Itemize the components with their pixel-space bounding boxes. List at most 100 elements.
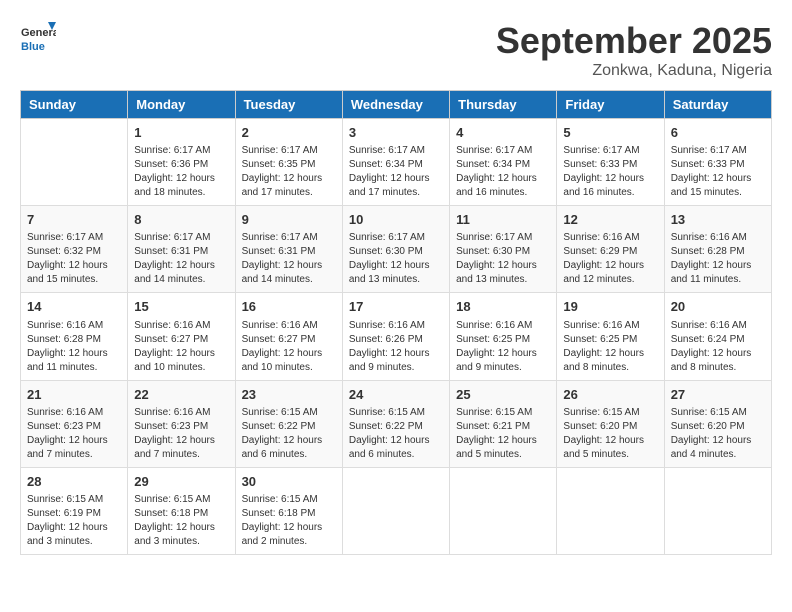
day-number: 3 (349, 124, 443, 142)
calendar-cell: 16 Sunrise: 6:16 AM Sunset: 6:27 PM Dayli… (235, 293, 342, 380)
day-number: 1 (134, 124, 228, 142)
day-number: 25 (456, 386, 550, 404)
calendar-cell: 3 Sunrise: 6:17 AM Sunset: 6:34 PM Daylig… (342, 119, 449, 206)
day-info: Sunrise: 6:15 AM Sunset: 6:18 PM Dayligh… (134, 493, 228, 549)
month-title: September 2025 (496, 20, 772, 62)
day-number: 4 (456, 124, 550, 142)
weekday-header-wednesday: Wednesday (342, 91, 449, 119)
calendar-cell: 17Sunrise: 6:16 AM Sunset: 6:26 PM Dayli… (342, 293, 449, 380)
day-number: 7 (27, 211, 121, 229)
calendar-cell: 20 Sunrise: 6:16 AM Sunset: 6:24 PM Dayli… (664, 293, 771, 380)
week-row-5: 28Sunrise: 6:15 AM Sunset: 6:19 PM Dayli… (21, 467, 772, 554)
calendar-cell: 9 Sunrise: 6:17 AM Sunset: 6:31 PM Daylig… (235, 206, 342, 293)
calendar-cell: 24 Sunrise: 6:15 AM Sunset: 6:22 PM Dayli… (342, 380, 449, 467)
calendar-cell (342, 467, 449, 554)
calendar-cell: 12Sunrise: 6:16 AM Sunset: 6:29 PM Dayli… (557, 206, 664, 293)
weekday-row: SundayMondayTuesdayWednesdayThursdayFrid… (21, 91, 772, 119)
day-number: 16 (242, 298, 336, 316)
day-number: 9 (242, 211, 336, 229)
day-number: 29 (134, 473, 228, 491)
weekday-header-tuesday: Tuesday (235, 91, 342, 119)
day-number: 17 (349, 298, 443, 316)
day-info: Sunrise: 6:15 AM Sunset: 6:22 PM Dayligh… (349, 406, 443, 462)
day-info: Sunrise: 6:17 AM Sunset: 6:34 PM Dayligh… (349, 144, 443, 200)
day-info: Sunrise: 6:17 AM Sunset: 6:33 PM Dayligh… (671, 144, 765, 200)
calendar-cell: 28Sunrise: 6:15 AM Sunset: 6:19 PM Dayli… (21, 467, 128, 554)
weekday-header-thursday: Thursday (450, 91, 557, 119)
day-info: Sunrise: 6:16 AM Sunset: 6:24 PM Dayligh… (671, 319, 765, 375)
calendar-table: SundayMondayTuesdayWednesdayThursdayFrid… (20, 90, 772, 555)
calendar-cell: 14 Sunrise: 6:16 AM Sunset: 6:28 PM Dayli… (21, 293, 128, 380)
weekday-header-saturday: Saturday (664, 91, 771, 119)
calendar-cell: 11Sunrise: 6:17 AM Sunset: 6:30 PM Dayli… (450, 206, 557, 293)
day-info: Sunrise: 6:15 AM Sunset: 6:20 PM Dayligh… (563, 406, 657, 462)
logo: General Blue (20, 20, 56, 56)
day-number: 13 (671, 211, 765, 229)
calendar-cell: 26 Sunrise: 6:15 AM Sunset: 6:20 PM Dayli… (557, 380, 664, 467)
day-number: 20 (671, 298, 765, 316)
day-info: Sunrise: 6:15 AM Sunset: 6:18 PM Dayligh… (242, 493, 336, 549)
day-number: 27 (671, 386, 765, 404)
logo-icon: General Blue (20, 20, 56, 56)
calendar-cell (21, 119, 128, 206)
day-info: Sunrise: 6:17 AM Sunset: 6:30 PM Dayligh… (349, 231, 443, 287)
calendar-cell: 18Sunrise: 6:16 AM Sunset: 6:25 PM Dayli… (450, 293, 557, 380)
calendar-cell: 22Sunrise: 6:16 AM Sunset: 6:23 PM Dayli… (128, 380, 235, 467)
day-info: Sunrise: 6:16 AM Sunset: 6:29 PM Dayligh… (563, 231, 657, 287)
calendar-body: 1 Sunrise: 6:17 AM Sunset: 6:36 PM Daylig… (21, 119, 772, 555)
day-info: Sunrise: 6:17 AM Sunset: 6:30 PM Dayligh… (456, 231, 550, 287)
day-number: 30 (242, 473, 336, 491)
title-block: September 2025 Zonkwa, Kaduna, Nigeria (496, 20, 772, 80)
calendar-cell: 27Sunrise: 6:15 AM Sunset: 6:20 PM Dayli… (664, 380, 771, 467)
calendar-cell (557, 467, 664, 554)
calendar-cell: 10 Sunrise: 6:17 AM Sunset: 6:30 PM Dayli… (342, 206, 449, 293)
day-number: 8 (134, 211, 228, 229)
day-number: 14 (27, 298, 121, 316)
day-info: Sunrise: 6:16 AM Sunset: 6:28 PM Dayligh… (671, 231, 765, 287)
calendar-cell: 13 Sunrise: 6:16 AM Sunset: 6:28 PM Dayli… (664, 206, 771, 293)
weekday-header-sunday: Sunday (21, 91, 128, 119)
day-info: Sunrise: 6:16 AM Sunset: 6:28 PM Dayligh… (27, 319, 121, 375)
calendar-cell: 1 Sunrise: 6:17 AM Sunset: 6:36 PM Daylig… (128, 119, 235, 206)
calendar-cell (664, 467, 771, 554)
day-number: 24 (349, 386, 443, 404)
day-info: Sunrise: 6:17 AM Sunset: 6:32 PM Dayligh… (27, 231, 121, 287)
calendar-cell: 7 Sunrise: 6:17 AM Sunset: 6:32 PM Daylig… (21, 206, 128, 293)
day-info: Sunrise: 6:16 AM Sunset: 6:27 PM Dayligh… (242, 319, 336, 375)
day-info: Sunrise: 6:17 AM Sunset: 6:31 PM Dayligh… (242, 231, 336, 287)
weekday-header-monday: Monday (128, 91, 235, 119)
calendar-cell: 15Sunrise: 6:16 AM Sunset: 6:27 PM Dayli… (128, 293, 235, 380)
calendar-cell: 25 Sunrise: 6:15 AM Sunset: 6:21 PM Dayli… (450, 380, 557, 467)
day-info: Sunrise: 6:17 AM Sunset: 6:31 PM Dayligh… (134, 231, 228, 287)
location: Zonkwa, Kaduna, Nigeria (496, 62, 772, 80)
day-info: Sunrise: 6:15 AM Sunset: 6:21 PM Dayligh… (456, 406, 550, 462)
day-info: Sunrise: 6:17 AM Sunset: 6:36 PM Dayligh… (134, 144, 228, 200)
week-row-2: 7 Sunrise: 6:17 AM Sunset: 6:32 PM Daylig… (21, 206, 772, 293)
day-info: Sunrise: 6:17 AM Sunset: 6:34 PM Dayligh… (456, 144, 550, 200)
calendar-cell: 30 Sunrise: 6:15 AM Sunset: 6:18 PM Dayli… (235, 467, 342, 554)
calendar-cell: 6 Sunrise: 6:17 AM Sunset: 6:33 PM Daylig… (664, 119, 771, 206)
day-info: Sunrise: 6:16 AM Sunset: 6:25 PM Dayligh… (563, 319, 657, 375)
day-number: 19 (563, 298, 657, 316)
day-number: 23 (242, 386, 336, 404)
calendar-cell: 2Sunrise: 6:17 AM Sunset: 6:35 PM Daylig… (235, 119, 342, 206)
day-number: 2 (242, 124, 336, 142)
week-row-4: 21 Sunrise: 6:16 AM Sunset: 6:23 PM Dayli… (21, 380, 772, 467)
svg-text:Blue: Blue (21, 41, 45, 53)
calendar-cell (450, 467, 557, 554)
day-number: 10 (349, 211, 443, 229)
svg-text:General: General (21, 27, 56, 39)
day-info: Sunrise: 6:16 AM Sunset: 6:23 PM Dayligh… (134, 406, 228, 462)
calendar-cell: 29 Sunrise: 6:15 AM Sunset: 6:18 PM Dayli… (128, 467, 235, 554)
day-info: Sunrise: 6:16 AM Sunset: 6:27 PM Dayligh… (134, 319, 228, 375)
week-row-1: 1 Sunrise: 6:17 AM Sunset: 6:36 PM Daylig… (21, 119, 772, 206)
day-info: Sunrise: 6:16 AM Sunset: 6:25 PM Dayligh… (456, 319, 550, 375)
weekday-header-friday: Friday (557, 91, 664, 119)
day-number: 5 (563, 124, 657, 142)
calendar-header: SundayMondayTuesdayWednesdayThursdayFrid… (21, 91, 772, 119)
day-number: 26 (563, 386, 657, 404)
day-number: 6 (671, 124, 765, 142)
day-number: 21 (27, 386, 121, 404)
calendar-cell: 5Sunrise: 6:17 AM Sunset: 6:33 PM Daylig… (557, 119, 664, 206)
day-info: Sunrise: 6:15 AM Sunset: 6:22 PM Dayligh… (242, 406, 336, 462)
